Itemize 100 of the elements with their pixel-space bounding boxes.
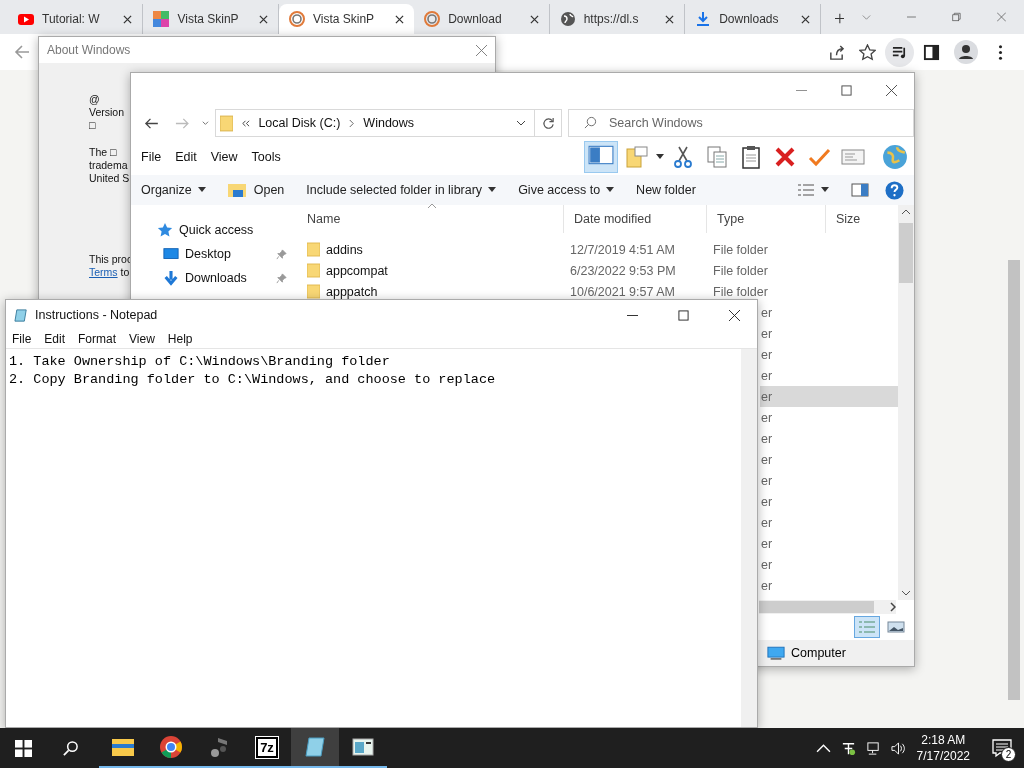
command-button[interactable]: Give access to [518, 183, 615, 197]
notification-button[interactable]: 2 [980, 728, 1024, 768]
menu-item[interactable]: Help [167, 332, 193, 346]
breadcrumb-item[interactable]: Windows [363, 116, 415, 130]
file-row[interactable]: er [760, 449, 898, 470]
file-row[interactable]: er [760, 407, 898, 428]
clock[interactable]: 2:18 AM 7/17/2022 [916, 732, 970, 764]
star-icon[interactable] [859, 43, 876, 61]
command-button[interactable]: Organize [141, 183, 206, 197]
volume-icon[interactable] [890, 740, 906, 756]
table-cell-text: File folder [712, 263, 769, 278]
menu-item[interactable]: View [129, 332, 155, 346]
file-row[interactable]: er [760, 428, 898, 449]
menu-item[interactable]: File [12, 332, 32, 346]
column-header[interactable]: Type [707, 205, 826, 233]
column-header[interactable]: Name [297, 205, 564, 233]
text-area[interactable]: 1. Take Ownership of C:\Windows\Branding folder 2. Copy Branding folder to C:\Windows, and choose to replace [6, 349, 741, 727]
file-row[interactable]: er [760, 491, 898, 512]
menu-item[interactable]: Edit [175, 150, 197, 164]
profile-icon[interactable] [954, 40, 978, 64]
table-cell: er [760, 536, 773, 551]
nav-item[interactable]: Desktop [157, 242, 287, 266]
side-panel-icon[interactable] [923, 43, 940, 61]
scrollbar[interactable] [759, 600, 896, 614]
caret-down-icon[interactable] [516, 118, 527, 128]
close-icon[interactable] [729, 309, 740, 321]
maximize-icon[interactable] [678, 309, 689, 321]
help-icon[interactable] [885, 180, 904, 200]
globe-icon[interactable] [882, 144, 908, 170]
address-bar[interactable]: Local Disk (C:) Windows [215, 109, 536, 137]
close-icon[interactable] [529, 14, 539, 24]
file-row[interactable]: er [760, 575, 898, 596]
command-button[interactable]: Include selected folder in library [306, 183, 497, 197]
close-icon[interactable] [395, 14, 405, 24]
about-text: tradema [89, 159, 128, 172]
file-row[interactable]: er [760, 470, 898, 491]
close-icon[interactable] [123, 14, 133, 24]
share-icon[interactable] [828, 43, 845, 61]
menu-item[interactable]: View [210, 150, 238, 164]
command-button[interactable]: New folder [636, 183, 696, 197]
scrollbar[interactable] [1008, 260, 1020, 700]
double-chevron-icon [241, 118, 251, 128]
taskbar-app[interactable] [291, 728, 339, 768]
caret-down-icon[interactable] [821, 187, 829, 193]
window-icon [351, 735, 375, 759]
restore-icon[interactable] [952, 11, 962, 23]
file-row[interactable]: er [760, 323, 898, 344]
preview-pane-icon[interactable] [851, 183, 869, 197]
file-row[interactable]: er [760, 302, 898, 323]
command-button[interactable]: Open [227, 182, 285, 198]
column-header[interactable]: Size [826, 205, 896, 233]
search-field[interactable]: Search Windows [568, 109, 914, 137]
paste-icon[interactable] [739, 145, 763, 169]
windows-logo-icon[interactable] [15, 739, 32, 757]
menu-item[interactable]: Format [78, 332, 117, 346]
scroll-thumb[interactable] [899, 223, 913, 283]
file-row[interactable]: er [760, 386, 898, 407]
close-icon[interactable] [886, 84, 897, 96]
file-row[interactable]: er [760, 365, 898, 386]
scroll-right-icon[interactable] [890, 602, 896, 612]
pin-icon[interactable] [276, 272, 287, 284]
delete-icon[interactable] [773, 145, 797, 169]
file-name[interactable]: apppatch [326, 284, 378, 299]
tray-app-icon[interactable] [840, 740, 856, 756]
preview-pane-button[interactable] [584, 141, 618, 173]
table-cell: er [760, 515, 773, 530]
cut-icon[interactable] [671, 145, 695, 169]
column-header[interactable]: Date modified [564, 205, 707, 233]
file-row[interactable]: er [760, 512, 898, 533]
file-name[interactable]: addins [326, 242, 363, 257]
scroll-up-icon[interactable] [901, 209, 911, 215]
scrollbar[interactable] [898, 205, 914, 600]
nav-item[interactable]: Downloads [157, 266, 287, 290]
nav-item[interactable]: Quick access [157, 218, 287, 242]
maximize-icon[interactable] [841, 84, 852, 96]
pin-icon[interactable] [276, 248, 287, 260]
new-tab-icon[interactable] [834, 12, 845, 25]
file-row[interactable]: er [760, 554, 898, 575]
menu-item[interactable]: Edit [44, 332, 66, 346]
file-row[interactable]: er [760, 344, 898, 365]
star-icon [157, 222, 173, 238]
breadcrumb-item[interactable]: Local Disk (C:) [258, 116, 341, 130]
close-icon[interactable] [665, 14, 675, 24]
terms-link[interactable]: Terms [89, 266, 118, 279]
scroll-down-icon[interactable] [901, 590, 911, 596]
network-icon[interactable] [865, 740, 881, 756]
menu-item[interactable]: Tools [251, 150, 281, 164]
search-icon[interactable] [62, 739, 79, 757]
file-row[interactable]: er [760, 533, 898, 554]
media-control-icon[interactable] [885, 37, 914, 67]
caret-down-icon[interactable] [656, 154, 664, 160]
close-icon[interactable] [258, 14, 268, 24]
browser-tab[interactable]: Vista SkinP [278, 4, 415, 34]
folder-icon [307, 242, 320, 257]
table-cell: er [760, 368, 773, 383]
file-name[interactable]: appcompat [326, 263, 388, 278]
scrollbar[interactable] [741, 349, 757, 727]
menu-item[interactable]: File [141, 150, 162, 164]
close-icon[interactable] [800, 14, 810, 24]
refresh-button[interactable] [534, 109, 562, 137]
